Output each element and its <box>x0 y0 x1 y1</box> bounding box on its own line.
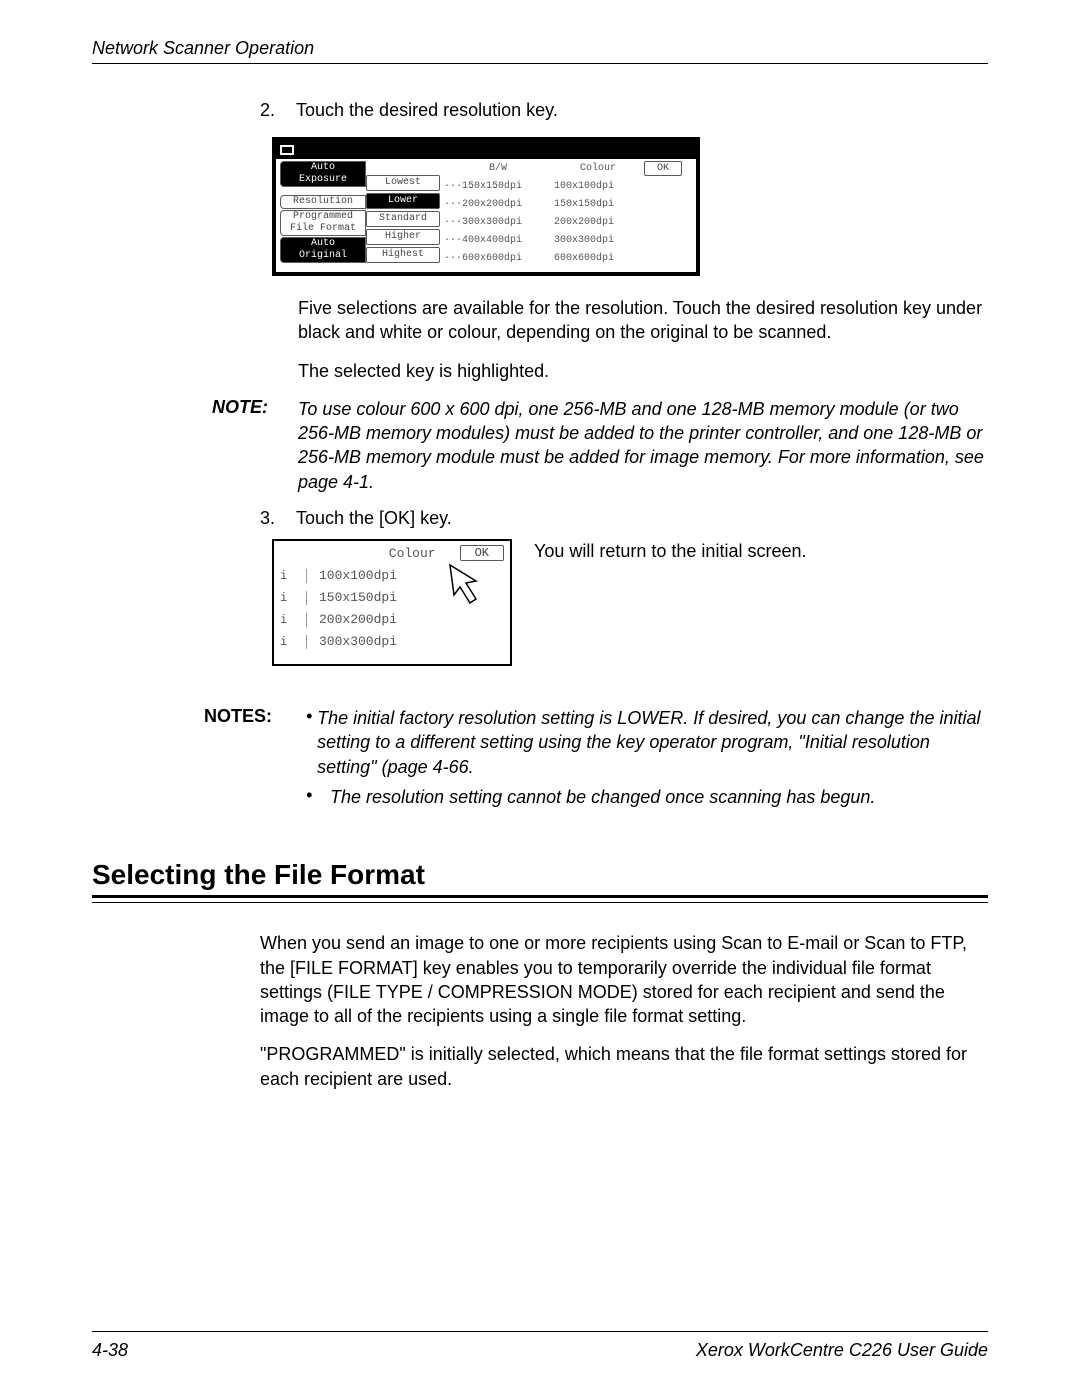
body-paragraph-2: "PROGRAMMED" is initially selected, whic… <box>260 1042 988 1091</box>
notes-body: • The initial factory resolution setting… <box>306 706 988 815</box>
tab-auto2-label: Auto <box>311 238 335 249</box>
step-3: 3. Touch the [OK] key. <box>260 508 988 529</box>
ok-button[interactable]: OK <box>644 161 682 176</box>
step-number: 2. <box>260 100 296 121</box>
footer-title: Xerox WorkCentre C226 User Guide <box>696 1340 988 1361</box>
highest-button[interactable]: Highest <box>366 247 440 263</box>
blank-header <box>366 161 440 173</box>
bw-400[interactable]: ···400x400dpi <box>442 233 552 249</box>
colour-label: Colour <box>389 546 436 561</box>
res-100[interactable]: 100x100dpi <box>319 568 397 583</box>
higher-button[interactable]: Higher <box>366 229 440 245</box>
note-text-1: The initial factory resolution setting i… <box>317 706 988 779</box>
page-number: 4-38 <box>92 1340 128 1361</box>
standard-button[interactable]: Standard <box>366 211 440 227</box>
colour-200[interactable]: 200x200dpi <box>552 215 642 231</box>
tab-auto-label: Auto <box>311 162 335 173</box>
row-300: i 300x300dpi <box>274 634 504 649</box>
i-marker: i <box>274 591 307 605</box>
bw-150[interactable]: ···150x150dpi <box>442 179 552 195</box>
ok-button-2[interactable]: OK <box>460 545 504 561</box>
notes-block: NOTES: • The initial factory resolution … <box>204 706 988 815</box>
notes-label: NOTES: <box>204 706 306 815</box>
lowest-button[interactable]: Lowest <box>366 175 440 191</box>
note-block: NOTE: To use colour 600 x 600 dpi, one 2… <box>212 397 988 494</box>
section-rule <box>92 895 988 903</box>
bw-300[interactable]: ···300x300dpi <box>442 215 552 231</box>
bw-200[interactable]: ···200x200dpi <box>442 197 552 213</box>
cursor-icon <box>446 561 486 609</box>
tab-auto-exposure[interactable]: Auto Exposure <box>280 161 366 187</box>
i-marker: i <box>274 613 307 627</box>
window-icon <box>280 145 294 155</box>
resolution-screen-illustration: Auto Exposure Resolution Programmed File… <box>272 137 700 276</box>
tab-resolution[interactable]: Resolution <box>280 195 366 209</box>
lower-button[interactable]: Lower <box>366 193 440 209</box>
left-tabs-column: Auto Exposure Resolution Programmed File… <box>280 161 366 267</box>
res-150[interactable]: 150x150dpi <box>319 590 397 605</box>
tab-fileformat-label: File Format <box>290 223 356 234</box>
tab-exposure-label: Exposure <box>299 174 347 185</box>
bw-header: B/W <box>442 161 552 177</box>
row-200: i 200x200dpi <box>274 612 504 627</box>
page-footer: 4-38 Xerox WorkCentre C226 User Guide <box>92 1331 988 1361</box>
tab-programmed-label: Programmed <box>293 211 353 222</box>
step-number: 3. <box>260 508 296 529</box>
i-marker: i <box>274 569 307 583</box>
step-text: Touch the desired resolution key. <box>296 100 988 121</box>
res-200[interactable]: 200x200dpi <box>319 612 397 627</box>
colour-column: Colour 100x100dpi 150x150dpi 200x200dpi … <box>552 161 642 267</box>
colour-header: Colour <box>552 161 642 177</box>
colour-100[interactable]: 100x100dpi <box>552 179 642 195</box>
note-text-2: The resolution setting cannot be changed… <box>330 785 875 809</box>
bw-column: B/W ···150x150dpi ···200x200dpi ···300x3… <box>442 161 552 267</box>
bw-600[interactable]: ···600x600dpi <box>442 251 552 267</box>
tab-auto-original[interactable]: Auto Original <box>280 237 366 263</box>
section-heading: Selecting the File Format <box>92 859 988 891</box>
note-body: To use colour 600 x 600 dpi, one 256-MB … <box>298 397 988 494</box>
colour-600[interactable]: 600x600dpi <box>552 251 642 267</box>
step-2: 2. Touch the desired resolution key. <box>260 100 988 121</box>
colour-150[interactable]: 150x150dpi <box>552 197 642 213</box>
body-paragraph-1: When you send an image to one or more re… <box>260 931 988 1028</box>
note-item-2: • The resolution setting cannot be chang… <box>306 785 988 809</box>
page-header: Network Scanner Operation <box>92 38 988 64</box>
screen2-and-text: Colour OK i 100x100dpi i 150x150dpi i 20… <box>272 539 988 666</box>
document-page: Network Scanner Operation 2. Touch the d… <box>0 0 1080 1397</box>
ok-column: OK <box>644 161 682 267</box>
return-text: You will return to the initial screen. <box>534 541 806 666</box>
colour-300[interactable]: 300x300dpi <box>552 233 642 249</box>
paragraph-selected-key: The selected key is highlighted. <box>298 359 988 383</box>
screen-titlebar <box>276 141 696 159</box>
ok-screen-illustration: Colour OK i 100x100dpi i 150x150dpi i 20… <box>272 539 512 666</box>
tab-original-label: Original <box>299 250 347 261</box>
i-marker: i <box>274 635 307 649</box>
bullet-icon: • <box>306 706 317 779</box>
note-item-1: • The initial factory resolution setting… <box>306 706 988 779</box>
res-300[interactable]: 300x300dpi <box>319 634 397 649</box>
note-label: NOTE: <box>212 397 298 494</box>
step-text: Touch the [OK] key. <box>296 508 988 529</box>
tab-programmed-fileformat[interactable]: Programmed File Format <box>280 210 366 236</box>
level-buttons-column: Lowest Lower Standard Higher Highest <box>366 161 440 267</box>
paragraph-five-selections: Five selections are available for the re… <box>298 296 988 345</box>
bullet-icon: • <box>306 785 330 809</box>
